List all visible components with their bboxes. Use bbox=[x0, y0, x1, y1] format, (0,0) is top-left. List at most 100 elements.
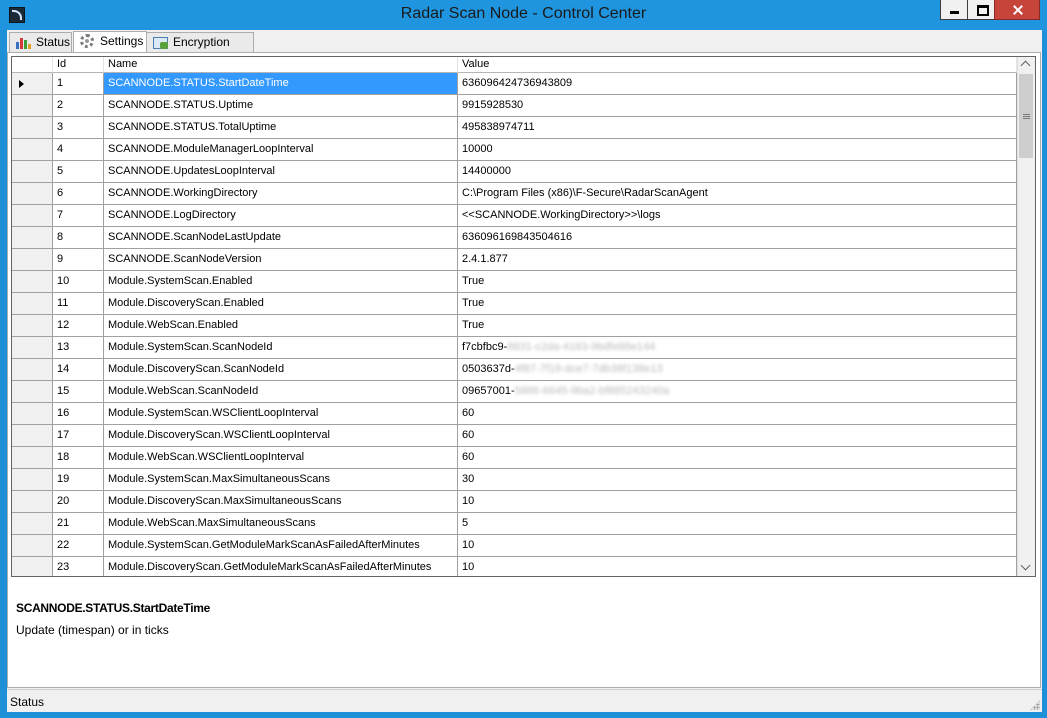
table-row[interactable]: 7 SCANNODE.LogDirectory <<SCANNODE.Working… bbox=[12, 205, 1017, 227]
cell-value[interactable]: C:\Program Files (x86)\F-Secure\RadarSca… bbox=[458, 183, 1017, 205]
table-row[interactable]: 4 SCANNODE.ModuleManagerLoopInterval 10000 bbox=[12, 139, 1017, 161]
cell-name[interactable]: Module.WebScan.WSClientLoopInterval bbox=[104, 447, 458, 469]
cell-value[interactable]: True bbox=[458, 315, 1017, 337]
cell-id[interactable]: 3 bbox=[53, 117, 104, 139]
cell-name[interactable]: Module.SystemScan.Enabled bbox=[104, 271, 458, 293]
cell-name[interactable]: Module.SystemScan.ScanNodeId bbox=[104, 337, 458, 359]
tab-status[interactable]: Status bbox=[9, 32, 72, 52]
row-header[interactable] bbox=[12, 205, 53, 227]
cell-id[interactable]: 15 bbox=[53, 381, 104, 403]
cell-value[interactable]: 0503637d-4f87-7f18-dce7-7db38f138e13 bbox=[458, 359, 1017, 381]
cell-value[interactable]: 636096169843504616 bbox=[458, 227, 1017, 249]
cell-value[interactable]: True bbox=[458, 271, 1017, 293]
cell-value[interactable]: 10000 bbox=[458, 139, 1017, 161]
cell-name[interactable]: Module.SystemScan.MaxSimultaneousScans bbox=[104, 469, 458, 491]
cell-id[interactable]: 21 bbox=[53, 513, 104, 535]
row-header[interactable] bbox=[12, 161, 53, 183]
cell-id[interactable]: 2 bbox=[53, 95, 104, 117]
table-row[interactable]: 5 SCANNODE.UpdatesLoopInterval 14400000 bbox=[12, 161, 1017, 183]
cell-value[interactable]: 60 bbox=[458, 447, 1017, 469]
cell-id[interactable]: 12 bbox=[53, 315, 104, 337]
table-row[interactable]: 14 Module.DiscoveryScan.ScanNodeId 0503637… bbox=[12, 359, 1017, 381]
table-row[interactable]: 16 Module.SystemScan.WSClientLoopInterval… bbox=[12, 403, 1017, 425]
cell-value[interactable]: 2.4.1.877 bbox=[458, 249, 1017, 271]
row-header[interactable] bbox=[12, 139, 53, 161]
cell-id[interactable]: 8 bbox=[53, 227, 104, 249]
cell-value[interactable]: 60 bbox=[458, 403, 1017, 425]
cell-value[interactable]: 636096424736943809 bbox=[458, 73, 1017, 95]
cell-name[interactable]: SCANNODE.STATUS.Uptime bbox=[104, 95, 458, 117]
table-row[interactable]: 15 Module.WebScan.ScanNodeId 09657001-5886… bbox=[12, 381, 1017, 403]
title-bar[interactable]: Radar Scan Node - Control Center bbox=[0, 0, 1047, 30]
row-header[interactable] bbox=[12, 447, 53, 469]
cell-value[interactable]: 09657001-5886-6645-9ba2-bf885243240a bbox=[458, 381, 1017, 403]
scrollbar-thumb[interactable] bbox=[1019, 74, 1033, 158]
cell-id[interactable]: 9 bbox=[53, 249, 104, 271]
table-row[interactable]: 18 Module.WebScan.WSClientLoopInterval 60 bbox=[12, 447, 1017, 469]
row-header[interactable] bbox=[12, 337, 53, 359]
cell-value[interactable]: 10 bbox=[458, 557, 1017, 576]
table-row[interactable]: 8 SCANNODE.ScanNodeLastUpdate 636096169843… bbox=[12, 227, 1017, 249]
table-row[interactable]: 9 SCANNODE.ScanNodeVersion 2.4.1.877 bbox=[12, 249, 1017, 271]
row-header[interactable] bbox=[12, 359, 53, 381]
tab-settings[interactable]: Settings bbox=[73, 31, 147, 53]
row-header[interactable] bbox=[12, 469, 53, 491]
row-header[interactable] bbox=[12, 183, 53, 205]
row-header[interactable] bbox=[12, 95, 53, 117]
cell-name[interactable]: Module.WebScan.Enabled bbox=[104, 315, 458, 337]
cell-id[interactable]: 14 bbox=[53, 359, 104, 381]
column-header-value[interactable]: Value bbox=[458, 57, 1017, 73]
cell-id[interactable]: 10 bbox=[53, 271, 104, 293]
vertical-scrollbar[interactable] bbox=[1017, 57, 1035, 576]
cell-name[interactable]: Module.DiscoveryScan.WSClientLoopInterva… bbox=[104, 425, 458, 447]
cell-value[interactable]: 495838974711 bbox=[458, 117, 1017, 139]
table-row[interactable]: 20 Module.DiscoveryScan.MaxSimultaneousSc… bbox=[12, 491, 1017, 513]
cell-name[interactable]: Module.SystemScan.WSClientLoopInterval bbox=[104, 403, 458, 425]
cell-id[interactable]: 1 bbox=[53, 73, 104, 95]
cell-value[interactable]: 30 bbox=[458, 469, 1017, 491]
table-row[interactable]: 23 Module.DiscoveryScan.GetModuleMarkScan… bbox=[12, 557, 1017, 576]
cell-id[interactable]: 7 bbox=[53, 205, 104, 227]
settings-grid[interactable]: Id Name Value 1 SCANNODE.STATUS.StartDate… bbox=[11, 56, 1036, 577]
table-row[interactable]: 1 SCANNODE.STATUS.StartDateTime 6360964247… bbox=[12, 73, 1017, 95]
cell-name[interactable]: Module.DiscoveryScan.Enabled bbox=[104, 293, 458, 315]
cell-value[interactable]: 5 bbox=[458, 513, 1017, 535]
row-header[interactable] bbox=[12, 249, 53, 271]
cell-name[interactable]: SCANNODE.ScanNodeLastUpdate bbox=[104, 227, 458, 249]
table-row[interactable]: 2 SCANNODE.STATUS.Uptime 9915928530 bbox=[12, 95, 1017, 117]
cell-name[interactable]: SCANNODE.UpdatesLoopInterval bbox=[104, 161, 458, 183]
row-header[interactable] bbox=[12, 315, 53, 337]
scroll-down-arrow-icon[interactable] bbox=[1018, 559, 1035, 576]
cell-id[interactable]: 16 bbox=[53, 403, 104, 425]
cell-value[interactable]: f7cbfbc9-8831-c2da-4183-9bdfe88e144 bbox=[458, 337, 1017, 359]
row-header[interactable] bbox=[12, 535, 53, 557]
cell-id[interactable]: 4 bbox=[53, 139, 104, 161]
cell-name[interactable]: SCANNODE.WorkingDirectory bbox=[104, 183, 458, 205]
cell-name[interactable]: Module.SystemScan.GetModuleMarkScanAsFai… bbox=[104, 535, 458, 557]
cell-id[interactable]: 13 bbox=[53, 337, 104, 359]
table-row[interactable]: 21 Module.WebScan.MaxSimultaneousScans 5 bbox=[12, 513, 1017, 535]
table-row[interactable]: 6 SCANNODE.WorkingDirectory C:\Program Fil… bbox=[12, 183, 1017, 205]
cell-name[interactable]: Module.DiscoveryScan.GetModuleMarkScanAs… bbox=[104, 557, 458, 576]
maximize-button[interactable] bbox=[967, 0, 995, 20]
row-header[interactable] bbox=[12, 381, 53, 403]
cell-name[interactable]: SCANNODE.STATUS.TotalUptime bbox=[104, 117, 458, 139]
row-header[interactable] bbox=[12, 513, 53, 535]
cell-value[interactable]: 9915928530 bbox=[458, 95, 1017, 117]
cell-value[interactable]: True bbox=[458, 293, 1017, 315]
row-header[interactable] bbox=[12, 403, 53, 425]
cell-value[interactable]: <<SCANNODE.WorkingDirectory>>\logs bbox=[458, 205, 1017, 227]
cell-value[interactable]: 10 bbox=[458, 535, 1017, 557]
cell-name[interactable]: SCANNODE.LogDirectory bbox=[104, 205, 458, 227]
cell-value[interactable]: 60 bbox=[458, 425, 1017, 447]
row-header[interactable] bbox=[12, 271, 53, 293]
column-header-id[interactable]: Id bbox=[53, 57, 104, 73]
row-header-corner[interactable] bbox=[12, 57, 53, 73]
cell-name[interactable]: Module.WebScan.ScanNodeId bbox=[104, 381, 458, 403]
row-header[interactable] bbox=[12, 491, 53, 513]
table-row[interactable]: 10 Module.SystemScan.Enabled True bbox=[12, 271, 1017, 293]
table-row[interactable]: 13 Module.SystemScan.ScanNodeId f7cbfbc9-8… bbox=[12, 337, 1017, 359]
cell-name[interactable]: Module.DiscoveryScan.MaxSimultaneousScan… bbox=[104, 491, 458, 513]
cell-name[interactable]: SCANNODE.ScanNodeVersion bbox=[104, 249, 458, 271]
table-row[interactable]: 12 Module.WebScan.Enabled True bbox=[12, 315, 1017, 337]
